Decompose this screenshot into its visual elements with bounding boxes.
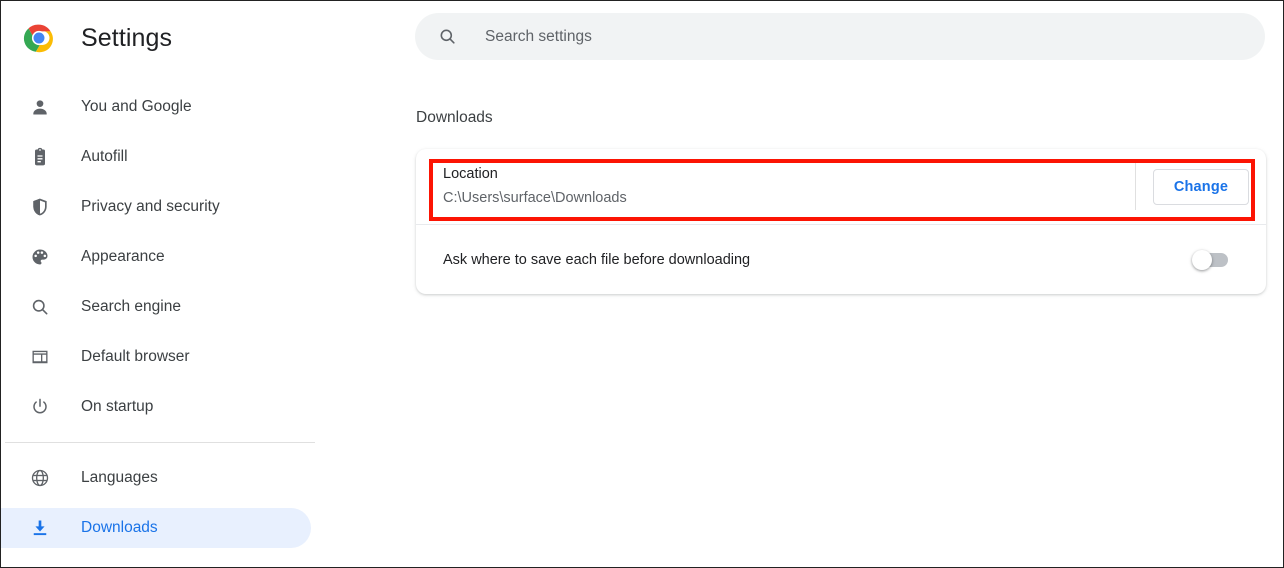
brand-header: Settings [23,17,172,59]
main-content: Downloads Location C:\Users\surface\Down… [331,1,1283,567]
sidebar-item-on-startup[interactable]: On startup [1,387,311,427]
palette-icon [29,246,51,268]
ask-where-to-save-row: Ask where to save each file before downl… [416,225,1266,294]
section-title: Downloads [416,109,493,126]
change-location-button[interactable]: Change [1152,168,1250,205]
toggle-wrap [1192,249,1266,270]
sidebar-item-you-and-google[interactable]: You and Google [1,87,311,127]
settings-page: Settings You and Google Autofill Privacy [1,1,1283,567]
change-button-wrap: Change [1136,168,1266,205]
search-icon [437,27,457,47]
sidebar-group-primary: You and Google Autofill Privacy and secu… [1,87,331,437]
sidebar-item-label: Search engine [81,298,181,315]
shield-icon [29,196,51,218]
sidebar-item-downloads[interactable]: Downloads [1,508,311,548]
sidebar-item-label: Appearance [81,248,165,265]
sidebar-item-autofill[interactable]: Autofill [1,137,311,177]
sidebar-item-label: Default browser [81,348,190,365]
toggle-knob [1192,249,1212,270]
sidebar-item-search-engine[interactable]: Search engine [1,287,311,327]
download-icon [29,517,51,539]
sidebar-item-privacy-and-security[interactable]: Privacy and security [1,187,311,227]
sidebar-item-label: You and Google [81,98,192,115]
sidebar-item-label: Downloads [81,519,158,536]
sidebar-item-label: Languages [81,469,158,486]
search-icon [29,296,51,318]
sidebar-item-label: On startup [81,398,154,415]
sidebar-item-appearance[interactable]: Appearance [1,237,311,277]
sidebar-item-label: Autofill [81,148,128,165]
search-input[interactable] [485,27,1265,46]
ask-where-to-save-label: Ask where to save each file before downl… [443,251,751,268]
location-text-block: Location C:\Users\surface\Downloads [443,149,1135,224]
search-bar[interactable] [415,13,1265,60]
sidebar-item-default-browser[interactable]: Default browser [1,337,311,377]
person-icon [29,96,51,118]
sidebar-divider [5,442,315,443]
location-label: Location [443,166,498,182]
sidebar-group-secondary: Languages Downloads [1,458,331,558]
sidebar: Settings You and Google Autofill Privacy [1,1,331,567]
chrome-logo [23,22,55,54]
ask-where-to-save-toggle[interactable] [1192,249,1228,270]
download-location-row: Location C:\Users\surface\Downloads Chan… [416,149,1266,224]
power-icon [29,396,51,418]
location-path-value: C:\Users\surface\Downloads [443,190,627,206]
window-icon [29,346,51,368]
clipboard-icon [29,146,51,168]
globe-icon [29,467,51,489]
sidebar-item-languages[interactable]: Languages [1,458,311,498]
page-title: Settings [81,23,173,52]
sidebar-item-label: Privacy and security [81,198,220,215]
downloads-card: Location C:\Users\surface\Downloads Chan… [416,149,1266,294]
